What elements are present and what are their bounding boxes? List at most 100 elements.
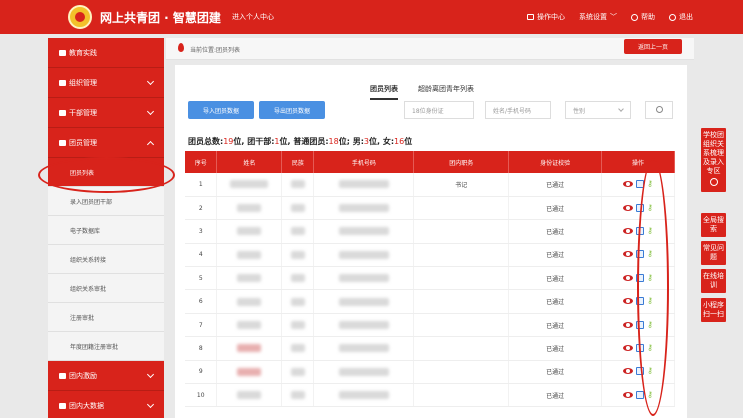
search-button[interactable] [645, 101, 673, 119]
redacted-phone [338, 250, 389, 259]
sidebar-item-big-data[interactable]: 团内大数据 [48, 391, 164, 418]
highlight-annotation [637, 158, 669, 416]
sidebar-sub-transfer-approval[interactable]: 组织关系审批 [48, 274, 164, 303]
chevron-down-icon [146, 77, 155, 86]
view-icon[interactable] [623, 344, 634, 351]
data-icon [59, 402, 66, 409]
redacted-name [237, 297, 262, 306]
redacted-name [237, 391, 262, 400]
chevron-up-icon [146, 140, 155, 149]
redacted-name [230, 180, 269, 189]
redacted-phone [338, 227, 389, 236]
export-button[interactable]: 导出团员数据 [259, 101, 325, 119]
system-settings-button[interactable]: 系统设置 ﹀ [579, 12, 617, 22]
breadcrumb: 当前位置:团员列表 返回上一页 [166, 38, 694, 60]
col-header-role: 团内职务 [413, 151, 510, 173]
redacted-phone [338, 204, 389, 213]
view-icon[interactable] [623, 391, 634, 398]
view-icon[interactable] [623, 274, 634, 281]
member-table: 序号 姓名 民族 手机号码 团内职务 身份证校验 操作 1 书记 已通过 ⚷ 2 已通过… [185, 151, 675, 408]
redacted-ethnicity [290, 180, 305, 189]
id-number-input[interactable]: 18位身份证 [404, 101, 474, 119]
float-training[interactable]: 在线培训 [701, 269, 726, 293]
sidebar-item-incentives[interactable]: 团内激励 [48, 361, 164, 391]
redacted-ethnicity [290, 321, 305, 330]
highlight-annotation [38, 157, 175, 193]
logout-button[interactable]: 退出 [669, 12, 693, 22]
table-row: 7 已通过 ⚷ [185, 313, 675, 338]
view-icon[interactable] [623, 227, 634, 234]
table-row: 3 已通过 ⚷ [185, 219, 675, 244]
table-row: 10 已通过 ⚷ [185, 383, 675, 408]
league-logo-icon [68, 5, 92, 29]
table-row: 4 已通过 ⚷ [185, 243, 675, 268]
redacted-ethnicity [290, 367, 305, 376]
table-header-row: 序号 姓名 民族 手机号码 团内职务 身份证校验 操作 [185, 151, 675, 173]
redacted-phone [338, 344, 389, 353]
chevron-down-icon [146, 400, 155, 409]
view-icon[interactable] [623, 204, 634, 211]
view-icon[interactable] [623, 368, 634, 375]
sidebar-sub-annual-register[interactable]: 年度团籍注册审批 [48, 332, 164, 361]
chevron-down-icon [146, 370, 155, 379]
sidebar-sub-register-approval[interactable]: 注册审批 [48, 303, 164, 332]
table-row: 2 已通过 ⚷ [185, 196, 675, 221]
col-header-actions: 操作 [601, 151, 675, 173]
redacted-name [237, 227, 262, 236]
view-icon[interactable] [623, 321, 634, 328]
float-global-search[interactable]: 全局搜索 [701, 213, 726, 237]
sidebar-item-org[interactable]: 组织管理 [48, 68, 164, 98]
table-row: 6 已通过 ⚷ [185, 289, 675, 314]
operation-center-button[interactable]: 操作中心 [527, 12, 565, 22]
view-icon[interactable] [623, 251, 634, 258]
help-icon [631, 13, 638, 21]
redacted-name [237, 344, 262, 353]
redacted-phone [338, 367, 389, 376]
redacted-phone [338, 180, 389, 189]
redacted-ethnicity [290, 250, 305, 259]
view-icon[interactable] [623, 180, 634, 187]
sidebar-sub-e-database[interactable]: 电子数据库 [48, 216, 164, 245]
member-summary: 团员总数:19位, 团干部:1位, 普通团员:18位; 男:3位, 女:16位 [188, 137, 413, 146]
import-button[interactable]: 导入团员数据 [188, 101, 254, 119]
sidebar-sub-transfer[interactable]: 组织关系转接 [48, 245, 164, 274]
brand-title: 网上共青团 · 智慧团建 [100, 11, 221, 25]
incentive-icon [59, 372, 66, 379]
tab-overage-list[interactable]: 超龄离团青年列表 [418, 84, 474, 100]
sidebar-item-education[interactable]: 教育实践 [48, 38, 164, 68]
main-content: 团员列表 超龄离团青年列表 导入团员数据 导出团员数据 18位身份证 姓名/手机… [175, 65, 687, 418]
org-icon [59, 79, 66, 86]
redacted-phone [338, 321, 389, 330]
table-row: 8 已通过 ⚷ [185, 336, 675, 361]
logout-icon [669, 13, 676, 21]
location-pin-icon [178, 43, 184, 52]
help-button[interactable]: 帮助 [631, 12, 655, 22]
sidebar-item-cadre[interactable]: 干部管理 [48, 98, 164, 128]
float-mini-program[interactable]: 小程序扫一扫 [701, 298, 726, 322]
sidebar: 教育实践 组织管理 干部管理 团员管理 团员列表 录入团员团干部 电子数据库 组… [48, 38, 164, 418]
col-header-no: 序号 [185, 151, 218, 173]
view-icon[interactable] [623, 298, 634, 305]
redacted-ethnicity [290, 204, 305, 213]
gender-select[interactable]: 性别 [565, 101, 631, 119]
back-button[interactable]: 返回上一页 [624, 39, 682, 54]
table-row: 1 书记 已通过 ⚷ [185, 173, 675, 197]
float-school-org-zone[interactable]: 学校团组织关系梳理及录入专区 [701, 128, 726, 192]
redacted-name [237, 367, 262, 376]
members-icon [59, 139, 66, 146]
sidebar-item-members[interactable]: 团员管理 [48, 128, 164, 158]
name-phone-input[interactable]: 姓名/手机号码 [485, 101, 551, 119]
col-header-ethnicity: 民族 [281, 151, 315, 173]
breadcrumb-text: 当前位置:团员列表 [190, 47, 241, 54]
personal-center-link[interactable]: 进入个人中心 [232, 12, 274, 22]
col-header-phone: 手机号码 [313, 151, 415, 173]
top-bar: 网上共青团 · 智慧团建 进入个人中心 操作中心 系统设置 ﹀ 帮助 退出 [0, 0, 743, 34]
redacted-phone [338, 391, 389, 400]
tab-member-list[interactable]: 团员列表 [370, 84, 398, 100]
redacted-ethnicity [290, 227, 305, 236]
search-icon [656, 106, 663, 113]
float-faq[interactable]: 常见问题 [701, 241, 726, 265]
redacted-ethnicity [290, 297, 305, 306]
top-actions: 操作中心 系统设置 ﹀ 帮助 退出 [527, 12, 693, 22]
redacted-phone [338, 274, 389, 283]
